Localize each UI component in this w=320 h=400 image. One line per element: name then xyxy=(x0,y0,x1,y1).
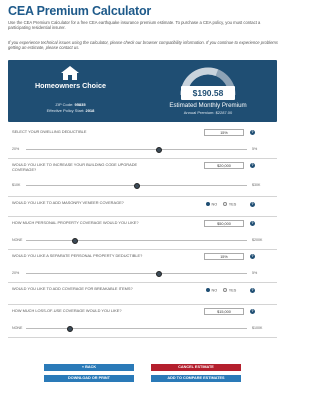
back-button[interactable]: « Back xyxy=(44,364,134,371)
slider-max-label: $100K xyxy=(252,326,263,330)
slider-handle[interactable] xyxy=(133,182,140,189)
radio-yes[interactable]: YES xyxy=(223,288,236,292)
building-code-upgrade-slider[interactable] xyxy=(26,182,247,189)
radio-yes-icon xyxy=(223,202,228,206)
loss-of-use-slider[interactable] xyxy=(26,325,247,332)
property-deductible-slider[interactable] xyxy=(26,270,247,277)
zip-code: ZIP Code: 95835 xyxy=(55,102,86,107)
info-icon[interactable]: ? xyxy=(250,309,255,314)
estimate-summary-panel: Homeowners Choice ZIP Code: 95835 Effect… xyxy=(8,60,277,122)
radio-no-icon xyxy=(206,288,210,292)
add-to-compare-button[interactable]: Add to Compare Estimates xyxy=(151,375,241,382)
breakable-items-radio-group: NO YES xyxy=(206,288,236,292)
radio-no[interactable]: NO xyxy=(206,288,217,292)
info-icon[interactable]: ? xyxy=(250,130,255,135)
breakable-items-row: Would you like to add coverage for break… xyxy=(8,283,277,305)
question-label: Would you like to increase your building… xyxy=(12,162,138,172)
building-code-upgrade-value[interactable]: $20,000 xyxy=(204,162,244,169)
masonry-veneer-row: Would you like to add masonry veneer cov… xyxy=(8,197,277,217)
radio-yes[interactable]: YES xyxy=(223,202,236,206)
cancel-estimate-button[interactable]: Cancel Estimate xyxy=(151,364,241,371)
radio-no-icon xyxy=(206,202,210,206)
slider-handle[interactable] xyxy=(67,325,74,332)
personal-property-slider[interactable] xyxy=(26,237,247,244)
dwelling-deductible-slider[interactable] xyxy=(26,146,247,153)
page-title: CEA Premium Calculator xyxy=(8,4,152,18)
effective-policy-start: Effective Policy Start: 2018 xyxy=(46,108,95,113)
question-label: How much personal property coverage woul… xyxy=(12,220,139,225)
property-deductible-row: Would you like a separate personal prope… xyxy=(8,250,277,283)
property-deductible-value[interactable]: 15% xyxy=(204,253,244,260)
intro-text: Use the CEA Premium Calculator for a fre… xyxy=(8,20,261,31)
loss-of-use-row: How much loss-of-use coverage would you … xyxy=(8,305,277,338)
monthly-premium-label: Estimated Monthly Premium xyxy=(169,102,247,109)
slider-max-label: $30K xyxy=(252,183,261,187)
loss-of-use-value[interactable]: $15,000 xyxy=(204,308,244,315)
radio-yes-icon xyxy=(223,288,228,292)
info-icon[interactable]: ? xyxy=(250,202,255,207)
dwelling-deductible-row: Select your dwelling deductible 15% ? 20… xyxy=(8,126,277,159)
question-label: Would you like to add masonry veneer cov… xyxy=(12,200,124,205)
dwelling-deductible-value[interactable]: 15% xyxy=(204,129,244,136)
slider-handle[interactable] xyxy=(71,237,78,244)
slider-min-label: $10K xyxy=(12,183,21,187)
slider-max-label: 5% xyxy=(252,271,258,275)
info-icon[interactable]: ? xyxy=(250,163,255,168)
slider-min-label: 20% xyxy=(12,147,20,151)
policy-summary: Homeowners Choice ZIP Code: 95835 Effect… xyxy=(8,60,133,122)
question-label: Would you like to add coverage for break… xyxy=(12,286,133,291)
annual-premium: Annual Premium: $2287.00 xyxy=(183,110,233,115)
slider-min-label: 20% xyxy=(12,271,20,275)
slider-handle[interactable] xyxy=(155,270,162,277)
radio-no[interactable]: NO xyxy=(206,202,217,206)
slider-min-label: NONE xyxy=(12,238,23,242)
slider-max-label: $200K xyxy=(252,238,263,242)
building-code-upgrade-row: Would you like to increase your building… xyxy=(8,159,277,197)
slider-max-label: 5% xyxy=(252,147,258,151)
question-label: Select your dwelling deductible xyxy=(12,129,87,134)
support-note: If you experience technical issues using… xyxy=(8,40,279,51)
question-label: Would you like a separate personal prope… xyxy=(12,253,143,258)
house-icon xyxy=(61,66,79,80)
masonry-veneer-radio-group: NO YES xyxy=(206,202,236,206)
info-icon[interactable]: ? xyxy=(250,288,255,293)
info-icon[interactable]: ? xyxy=(250,254,255,259)
slider-handle[interactable] xyxy=(155,146,162,153)
slider-min-label: NONE xyxy=(12,326,23,330)
personal-property-row: How much personal property coverage woul… xyxy=(8,217,277,250)
personal-property-value[interactable]: $50,000 xyxy=(204,220,244,227)
download-print-button[interactable]: Download or Print xyxy=(44,375,134,382)
policy-type-title: Homeowners Choice xyxy=(34,81,107,90)
monthly-premium-value: $190.58 xyxy=(181,86,235,100)
question-label: How much loss-of-use coverage would you … xyxy=(12,308,122,313)
info-icon[interactable]: ? xyxy=(250,221,255,226)
